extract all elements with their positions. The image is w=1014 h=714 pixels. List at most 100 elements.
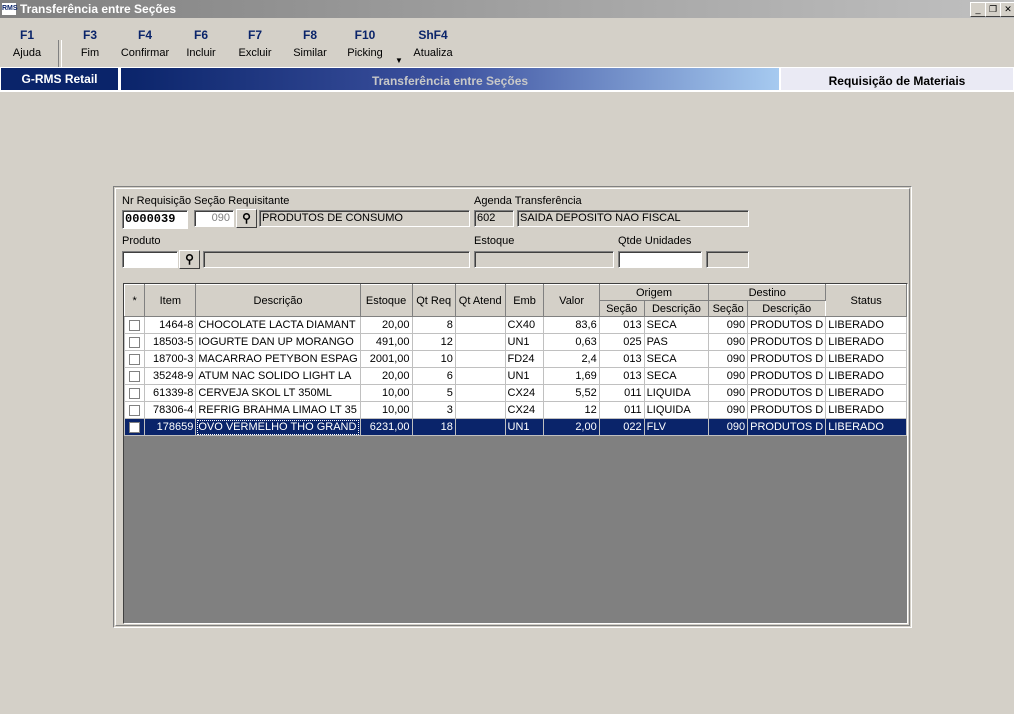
destino-secao-header[interactable]: Seção	[708, 300, 749, 317]
qt-atend-cell[interactable]	[454, 350, 506, 368]
origem-secao-cell[interactable]: 011	[598, 401, 645, 419]
status-cell[interactable]: LIBERADO	[825, 418, 907, 436]
origem-descricao-header[interactable]: Descrição	[643, 300, 710, 317]
picking-button[interactable]: F10 Picking	[344, 28, 386, 59]
emb-column-header[interactable]: Emb	[504, 284, 545, 317]
include-button[interactable]: F6 Incluir	[180, 28, 222, 59]
table-row[interactable]: 18503-5 IOGURTE DAN UP MORANGO 491,00 12 UN1…	[123, 333, 907, 351]
qt-req-cell[interactable]: 6	[411, 367, 456, 385]
status-cell[interactable]: LIBERADO	[825, 401, 907, 419]
row-checkbox[interactable]	[129, 387, 141, 399]
nr-requisicao-field[interactable]: 0000039	[122, 210, 188, 229]
confirm-button[interactable]: F4 Confirmar	[118, 28, 172, 59]
emb-cell[interactable]: UN1	[504, 333, 545, 351]
row-checkbox[interactable]	[129, 421, 141, 433]
restore-button[interactable]: ❐	[985, 2, 1001, 17]
descricao-column-header[interactable]: Descrição	[195, 284, 361, 317]
qt-req-column-header[interactable]: Qt Req	[411, 284, 456, 317]
destino-secao-cell[interactable]: 090	[708, 367, 749, 385]
qt-req-cell[interactable]: 8	[411, 316, 456, 334]
qt-req-cell[interactable]: 10	[411, 350, 456, 368]
item-cell[interactable]: 178659	[144, 418, 197, 436]
valor-cell[interactable]: 2,4	[543, 350, 600, 368]
destino-descricao-cell[interactable]: PRODUTOS D	[747, 401, 827, 419]
qt-req-cell[interactable]: 18	[411, 418, 456, 436]
refresh-button[interactable]: ShF4 Atualiza	[410, 28, 456, 59]
qt-atend-cell[interactable]	[454, 316, 506, 334]
destino-secao-cell[interactable]: 090	[708, 401, 749, 419]
qt-atend-cell[interactable]	[454, 384, 506, 402]
descricao-cell[interactable]: CERVEJA SKOL LT 350ML	[195, 384, 361, 402]
qt-req-cell[interactable]: 5	[411, 384, 456, 402]
emb-cell[interactable]: UN1	[504, 418, 545, 436]
row-checkbox[interactable]	[129, 319, 141, 331]
item-column-header[interactable]: Item	[144, 284, 197, 317]
valor-cell[interactable]: 83,6	[543, 316, 600, 334]
estoque-column-header[interactable]: Estoque	[359, 284, 413, 317]
item-cell[interactable]: 18503-5	[144, 333, 197, 351]
table-row[interactable]: 61339-8 CERVEJA SKOL LT 350ML 10,00 5 CX24 5,…	[123, 384, 907, 402]
estoque-cell[interactable]: 6231,00	[359, 418, 413, 436]
origem-descricao-cell[interactable]: SECA	[643, 316, 710, 334]
origem-descricao-cell[interactable]: PAS	[643, 333, 710, 351]
item-cell[interactable]: 78306-4	[144, 401, 197, 419]
item-cell[interactable]: 61339-8	[144, 384, 197, 402]
emb-cell[interactable]: CX24	[504, 384, 545, 402]
destino-secao-cell[interactable]: 090	[708, 350, 749, 368]
destino-secao-cell[interactable]: 090	[708, 418, 749, 436]
exit-button[interactable]: F3 Fim	[69, 28, 111, 59]
estoque-cell[interactable]: 10,00	[359, 384, 413, 402]
origem-descricao-cell[interactable]: SECA	[643, 367, 710, 385]
emb-cell[interactable]: FD24	[504, 350, 545, 368]
destino-secao-cell[interactable]: 090	[708, 333, 749, 351]
minimize-button[interactable]: _	[970, 2, 986, 17]
origem-descricao-cell[interactable]: LIQUIDA	[643, 384, 710, 402]
origem-descricao-cell[interactable]: FLV	[643, 418, 710, 436]
destino-descricao-cell[interactable]: PRODUTOS D	[747, 316, 827, 334]
destino-descricao-header[interactable]: Descrição	[747, 300, 827, 317]
qtde-field[interactable]	[618, 251, 702, 268]
qt-atend-cell[interactable]	[454, 401, 506, 419]
descricao-cell[interactable]: IOGURTE DAN UP MORANGO	[195, 333, 361, 351]
origem-secao-cell[interactable]: 013	[598, 350, 645, 368]
item-cell[interactable]: 35248-9	[144, 367, 197, 385]
origem-secao-cell[interactable]: 022	[598, 418, 645, 436]
destino-descricao-cell[interactable]: PRODUTOS D	[747, 367, 827, 385]
table-row[interactable]: 18700-3 MACARRAO PETYBON ESPAG 2001,00 10 FD…	[123, 350, 907, 368]
row-checkbox[interactable]	[129, 336, 141, 348]
estoque-cell[interactable]: 491,00	[359, 333, 413, 351]
destino-descricao-cell[interactable]: PRODUTOS D	[747, 350, 827, 368]
row-checkbox[interactable]	[129, 370, 141, 382]
status-column-header[interactable]: Status	[825, 284, 907, 317]
valor-column-header[interactable]: Valor	[543, 284, 600, 317]
origem-secao-cell[interactable]: 013	[598, 316, 645, 334]
descricao-cell[interactable]: CHOCOLATE LACTA DIAMANT	[195, 316, 361, 334]
close-button[interactable]: ✕	[1000, 2, 1014, 17]
descricao-cell[interactable]: REFRIG BRAHMA LIMAO LT 35	[195, 401, 361, 419]
table-row[interactable]: 78306-4 REFRIG BRAHMA LIMAO LT 35 10,00 3 CX…	[123, 401, 907, 419]
destino-descricao-cell[interactable]: PRODUTOS D	[747, 418, 827, 436]
qt-atend-column-header[interactable]: Qt Atend	[454, 284, 506, 317]
delete-button[interactable]: F7 Excluir	[233, 28, 277, 59]
origem-secao-cell[interactable]: 025	[598, 333, 645, 351]
status-cell[interactable]: LIBERADO	[825, 384, 907, 402]
qt-req-cell[interactable]: 3	[411, 401, 456, 419]
destino-secao-cell[interactable]: 090	[708, 316, 749, 334]
qt-req-cell[interactable]: 12	[411, 333, 456, 351]
destino-descricao-cell[interactable]: PRODUTOS D	[747, 384, 827, 402]
destino-descricao-cell[interactable]: PRODUTOS D	[747, 333, 827, 351]
origem-secao-cell[interactable]: 011	[598, 384, 645, 402]
row-checkbox[interactable]	[129, 404, 141, 416]
qt-atend-cell[interactable]	[454, 418, 506, 436]
estoque-cell[interactable]: 20,00	[359, 367, 413, 385]
emb-cell[interactable]: CX24	[504, 401, 545, 419]
valor-cell[interactable]: 5,52	[543, 384, 600, 402]
estoque-cell[interactable]: 20,00	[359, 316, 413, 334]
origem-secao-header[interactable]: Seção	[598, 300, 645, 317]
origem-secao-cell[interactable]: 013	[598, 367, 645, 385]
descricao-cell[interactable]: ATUM NAC SOLIDO LIGHT LA	[195, 367, 361, 385]
picking-dropdown-icon[interactable]: ▼	[395, 56, 403, 65]
descricao-cell[interactable]: MACARRAO PETYBON ESPAG	[195, 350, 361, 368]
row-checkbox[interactable]	[129, 353, 141, 365]
secao-code-field[interactable]: 090	[194, 210, 234, 227]
